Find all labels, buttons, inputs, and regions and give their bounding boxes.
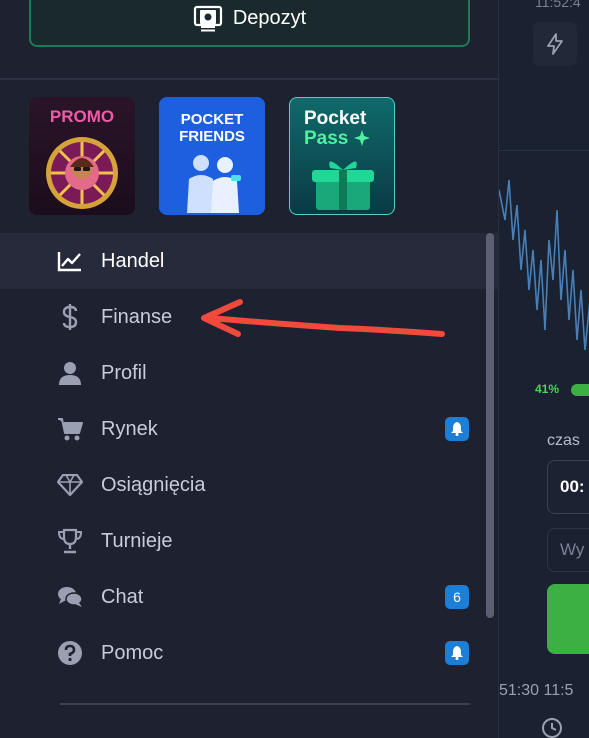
lightning-icon [547,33,563,55]
bell-icon [451,646,463,660]
buy-button[interactable] [547,584,589,654]
sidebar-item-label: Handel [101,249,165,272]
history-icon[interactable] [539,714,565,738]
time-value: 00: [560,477,585,496]
pocket-friends-title: POCKET FRIENDS [179,111,245,145]
lightning-button[interactable] [533,22,577,66]
amount-input[interactable]: Wy [547,528,589,572]
time-label: czas [547,432,580,449]
chat-icon [56,583,84,611]
trading-chart-panel: 11:52:4 41% czas 00: Wy 51:30 11:5 [498,0,589,738]
time-input[interactable]: 00: [547,460,589,514]
deposit-label: Depozyt [232,7,307,29]
sidebar-item-label: Finanse [101,305,173,328]
sidebar-item-label: Profil [101,361,147,384]
bell-icon [451,422,463,436]
sidebar-item-turnieje[interactable]: Turnieje [0,513,498,569]
dollar-icon [56,303,84,331]
percent-bar [571,384,589,396]
notification-badge [445,641,469,665]
sidebar-item-label: Chat [101,585,144,608]
price-line-chart [499,179,589,351]
promo-wheel-image [46,137,118,209]
sidebar-item-pomoc[interactable]: Pomoc [0,625,498,681]
cart-icon [56,415,84,443]
gift-image [312,161,374,210]
red-arrow-annotation [201,299,445,337]
sidebar-item-handel[interactable]: Handel [0,233,498,289]
chart-time-label: 11:52:4 [535,0,581,10]
divider [0,78,498,80]
sidebar-item-label: Pomoc [101,641,164,664]
promo-title: PROMO [49,107,115,126]
help-icon [56,639,84,667]
trophy-icon [56,527,84,555]
divider [60,703,470,705]
chart-line-icon [56,247,84,275]
notification-badge [445,417,469,441]
pocket-friends-card[interactable]: POCKET FRIENDS [159,97,265,215]
sidebar: Depozyt PROMO POCKET FRIENDS Pocket Pass… [0,0,498,738]
star-icon [354,130,370,146]
chat-count-badge: 6 [445,585,469,609]
promo-card[interactable]: PROMO [29,97,135,215]
pocket-pass-subtitle: Pass [304,128,349,149]
sidebar-item-osiagniecia[interactable]: Osiągnięcia [0,457,498,513]
diamond-icon [56,471,84,499]
scrollbar-thumb[interactable] [486,233,494,618]
sidebar-item-label: Rynek [101,417,158,440]
percent-label: 41% [535,382,560,396]
pocket-pass-card[interactable]: Pocket Pass [289,97,395,215]
user-icon [56,359,84,387]
sidebar-item-label: Turnieje [101,529,173,552]
amount-label: Wy [560,540,585,559]
deposit-button[interactable]: Depozyt [29,0,470,47]
pocket-pass-title: Pocket [304,108,367,129]
sidebar-item-rynek[interactable]: Rynek [0,401,498,457]
friends-illustration [187,155,241,213]
promo-row: PROMO POCKET FRIENDS Pocket Pass [29,97,395,215]
sidebar-item-profil[interactable]: Profil [0,345,498,401]
sidebar-item-label: Osiągnięcia [101,473,206,496]
time-axis-labels: 51:30 11:5 [499,682,574,699]
sidebar-item-chat[interactable]: Chat 6 [0,569,498,625]
deposit-icon [193,5,222,31]
